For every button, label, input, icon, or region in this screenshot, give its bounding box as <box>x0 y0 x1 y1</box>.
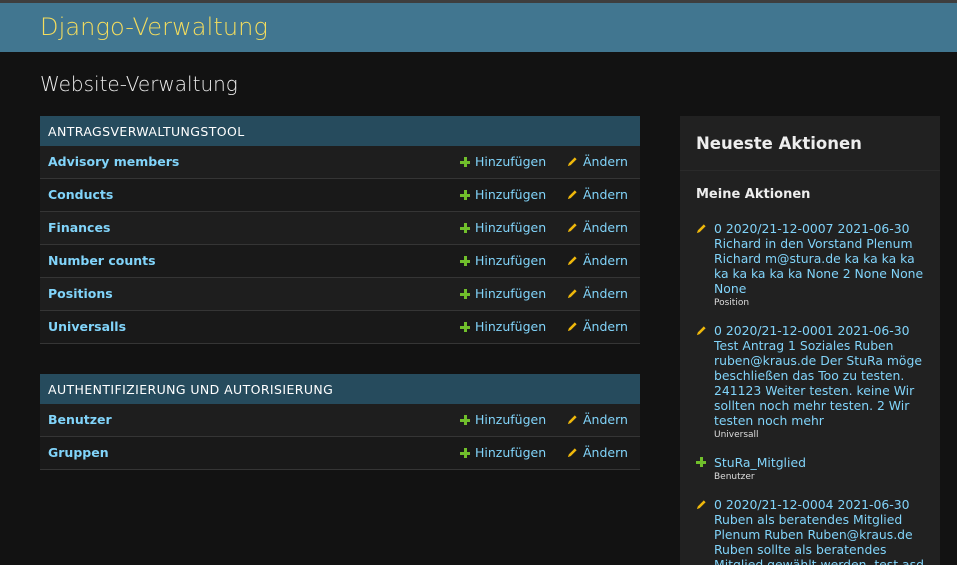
plus-icon <box>460 256 470 266</box>
model-link[interactable]: Finances <box>48 220 110 235</box>
table-row: Finances Hinzufügen Ändern <box>40 212 640 245</box>
my-actions-heading: Meine Aktionen <box>696 187 811 202</box>
table-row: Advisory members Hinzufügen Ändern <box>40 146 640 179</box>
pencil-icon <box>567 223 577 233</box>
change-link[interactable]: Ändern <box>567 253 628 268</box>
recent-actions-panel: Neueste Aktionen Meine Aktionen 0 2020/2… <box>680 116 940 565</box>
pencil-icon <box>567 322 577 332</box>
plus-icon <box>460 289 470 299</box>
add-link[interactable]: Hinzufügen <box>460 154 546 169</box>
pencil-icon <box>567 415 577 425</box>
pencil-icon <box>696 326 706 336</box>
table-row: Benutzer Hinzufügen Ändern <box>40 404 640 437</box>
action-link[interactable]: 0 2020/21-12-0007 2021-06-30 Richard in … <box>714 221 928 296</box>
change-link[interactable]: Ändern <box>567 220 628 235</box>
pencil-icon <box>567 289 577 299</box>
plus-icon <box>460 448 470 458</box>
model-link[interactable]: Advisory members <box>48 154 179 169</box>
action-content-type: Universall <box>714 430 759 440</box>
pencil-icon <box>567 448 577 458</box>
plus-icon <box>460 157 470 167</box>
table-row: Conducts Hinzufügen Ändern <box>40 179 640 212</box>
module-caption[interactable]: AUTHENTIFIZIERUNG UND AUTORISIERUNG <box>40 374 640 404</box>
recent-actions-title: Neueste Aktionen <box>696 134 862 153</box>
list-item: 0 2020/21-12-0004 2021-06-30 Ruben als b… <box>696 497 928 565</box>
model-link[interactable]: Number counts <box>48 253 156 268</box>
add-link[interactable]: Hinzufügen <box>460 412 546 427</box>
change-link[interactable]: Ändern <box>567 412 628 427</box>
table-row: Number counts Hinzufügen Ändern <box>40 245 640 278</box>
add-link[interactable]: Hinzufügen <box>460 253 546 268</box>
pencil-icon <box>567 256 577 266</box>
plus-icon <box>460 322 470 332</box>
app-module-authentifizierung: AUTHENTIFIZIERUNG UND AUTORISIERUNG Benu… <box>40 374 640 470</box>
action-link[interactable]: 0 2020/21-12-0004 2021-06-30 Ruben als b… <box>714 497 928 565</box>
model-link[interactable]: Universalls <box>48 319 126 334</box>
change-link[interactable]: Ändern <box>567 154 628 169</box>
change-link[interactable]: Ändern <box>567 445 628 460</box>
model-link[interactable]: Conducts <box>48 187 113 202</box>
table-row: Universalls Hinzufügen Ändern <box>40 311 640 344</box>
change-link[interactable]: Ändern <box>567 286 628 301</box>
action-content-type: Benutzer <box>714 472 755 482</box>
pencil-icon <box>567 190 577 200</box>
list-item: 0 2020/21-12-0007 2021-06-30 Richard in … <box>696 221 928 308</box>
list-item: StuRa_Mitglied Benutzer <box>696 455 928 482</box>
change-link[interactable]: Ändern <box>567 319 628 334</box>
table-row: Gruppen Hinzufügen Ändern <box>40 437 640 470</box>
plus-icon <box>460 190 470 200</box>
add-link[interactable]: Hinzufügen <box>460 220 546 235</box>
list-item: 0 2020/21-12-0001 2021-06-30 Test Antrag… <box>696 323 928 440</box>
model-link[interactable]: Positions <box>48 286 113 301</box>
add-link[interactable]: Hinzufügen <box>460 286 546 301</box>
table-row: Positions Hinzufügen Ändern <box>40 278 640 311</box>
page-title: Website-Verwaltung <box>40 72 238 96</box>
divider <box>680 170 940 171</box>
plus-icon <box>460 415 470 425</box>
add-link[interactable]: Hinzufügen <box>460 319 546 334</box>
add-link[interactable]: Hinzufügen <box>460 445 546 460</box>
header-bar: Django-Verwaltung <box>0 0 957 52</box>
action-link[interactable]: 0 2020/21-12-0001 2021-06-30 Test Antrag… <box>714 323 928 428</box>
pencil-icon <box>567 157 577 167</box>
module-caption[interactable]: ANTRAGSVERWALTUNGSTOOL <box>40 116 640 146</box>
action-content-type: Position <box>714 298 750 308</box>
change-link[interactable]: Ändern <box>567 187 628 202</box>
pencil-icon <box>696 500 706 510</box>
action-link[interactable]: StuRa_Mitglied <box>714 455 928 470</box>
plus-icon <box>696 457 706 467</box>
site-branding[interactable]: Django-Verwaltung <box>40 13 268 41</box>
pencil-icon <box>696 224 706 234</box>
plus-icon <box>460 223 470 233</box>
add-link[interactable]: Hinzufügen <box>460 187 546 202</box>
model-link[interactable]: Gruppen <box>48 445 109 460</box>
model-link[interactable]: Benutzer <box>48 412 112 427</box>
app-module-antragsverwaltungstool: ANTRAGSVERWALTUNGSTOOL Advisory members … <box>40 116 640 344</box>
